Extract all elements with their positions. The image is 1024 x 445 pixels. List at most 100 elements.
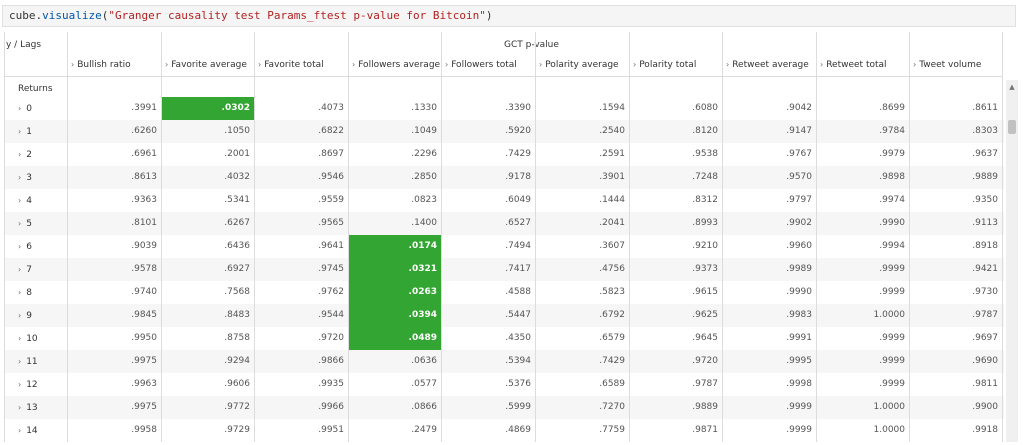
row-lag-label[interactable]: › 8: [18, 281, 32, 305]
table-cell: .6049: [505, 195, 531, 205]
column-separator: [722, 32, 723, 442]
table-cell: .9797: [786, 195, 812, 205]
table-cell: .5999: [505, 402, 531, 412]
table-cell: .9999: [879, 379, 905, 389]
table-cell: .8699: [879, 103, 905, 113]
column-header-followers-average[interactable]: › Followers average: [352, 60, 440, 70]
table-row: › 10 .9950 .8758 .9720 .0489 .4350 .6579 .9645 .9…: [4, 327, 1004, 350]
expand-chevron-icon: ›: [18, 426, 22, 435]
row-lag-label[interactable]: › 9: [18, 304, 32, 328]
row-lag-label[interactable]: › 4: [18, 189, 32, 213]
vertical-scrollbar[interactable]: ▲: [1006, 80, 1018, 442]
table-cell: .9989: [786, 264, 812, 274]
expand-chevron-icon: ›: [18, 173, 22, 182]
column-header-retweet-total[interactable]: › Retweet total: [820, 60, 887, 70]
table-cell: .2479: [411, 425, 437, 435]
table-cell: .9570: [786, 172, 812, 182]
column-header-followers-total[interactable]: › Followers total: [445, 60, 517, 70]
column-header-polarity-total[interactable]: › Polarity total: [633, 60, 696, 70]
table-cell: .6267: [224, 218, 250, 228]
table-cell: .9991: [786, 333, 812, 343]
column-header-favorite-average[interactable]: › Favorite average: [165, 60, 247, 70]
table-cell: .9637: [972, 149, 998, 159]
row-lag-label[interactable]: › 14: [18, 419, 38, 442]
expand-chevron-icon: ›: [18, 196, 22, 205]
table-cell: .9625: [692, 310, 718, 320]
expand-chevron-icon: ›: [18, 380, 22, 389]
table-cell: .9811: [972, 379, 998, 389]
expand-chevron-icon: ›: [18, 357, 22, 366]
table-cell: .8611: [972, 103, 998, 113]
table-cell: .6792: [599, 310, 625, 320]
table-cell: .9767: [786, 149, 812, 159]
lag-number: 13: [26, 403, 38, 413]
table-cell: .9898: [879, 172, 905, 182]
expand-chevron-icon: ›: [18, 334, 22, 343]
row-lag-label[interactable]: › 5: [18, 212, 32, 236]
table-cell: .9720: [692, 356, 718, 366]
lag-number: 6: [26, 242, 32, 252]
row-lag-label[interactable]: › 3: [18, 166, 32, 190]
row-lag-label[interactable]: › 11: [18, 350, 38, 374]
table-row: › 3.8613.4032.9546.2850.9178.3901.7248.95…: [4, 166, 1004, 189]
header-divider: [4, 76, 1002, 77]
table-cell: .9963: [131, 379, 157, 389]
table-cell: .8483: [224, 310, 250, 320]
table-cell: .9889: [692, 402, 718, 412]
table-cell: .6822: [318, 126, 344, 136]
table-cell: .9363: [131, 195, 157, 205]
scroll-thumb[interactable]: [1008, 120, 1016, 134]
lag-number: 4: [26, 196, 32, 206]
table-cell: .9999: [786, 425, 812, 435]
table-cell: .0636: [411, 356, 437, 366]
row-lag-label[interactable]: › 10: [18, 327, 38, 351]
lag-number: 14: [26, 426, 38, 436]
code-object: cube: [9, 9, 36, 22]
column-header-label: Favorite average: [171, 60, 247, 70]
expand-chevron-icon: ›: [18, 265, 22, 274]
column-header-retweet-average[interactable]: › Retweet average: [726, 60, 809, 70]
scroll-up-arrow-icon[interactable]: ▲: [1006, 82, 1018, 92]
row-lag-label[interactable]: › 7: [18, 258, 32, 282]
lag-number: 5: [26, 219, 32, 229]
row-lag-label[interactable]: › 13: [18, 396, 38, 420]
table-cell: .9999: [879, 264, 905, 274]
table-cell: .3901: [599, 172, 625, 182]
table-cell: .4756: [599, 264, 625, 274]
table-row: › 7.9578.6927.9745.0321.7417.4756.9373.99…: [4, 258, 1004, 281]
expand-chevron-icon: ›: [18, 104, 22, 113]
table-cell: .2296: [411, 149, 437, 159]
table-cell: .8312: [692, 195, 718, 205]
table-cell: .9871: [692, 425, 718, 435]
code-cell[interactable]: cube.visualize("Granger causality test P…: [2, 5, 1016, 27]
row-lag-label[interactable]: › 12: [18, 373, 38, 397]
table-cell: .9979: [879, 149, 905, 159]
expand-chevron-icon: ›: [258, 60, 262, 69]
table-cell: 1.0000: [873, 425, 906, 435]
row-lag-label[interactable]: › 1: [18, 120, 32, 144]
row-lag-label[interactable]: › 6: [18, 235, 32, 259]
table-cell: .9729: [224, 425, 250, 435]
lag-number: 3: [26, 173, 32, 183]
column-header-tweet-volume[interactable]: › Tweet volume: [913, 60, 981, 70]
table-cell: .9690: [972, 356, 998, 366]
table-cell: .6527: [505, 218, 531, 228]
table-cell: .7494: [505, 241, 531, 251]
table-cell: .9900: [972, 402, 998, 412]
row-lag-label[interactable]: › 2: [18, 143, 32, 167]
table-cell: .4350: [505, 333, 531, 343]
table-cell: .6436: [224, 241, 250, 251]
table-cell: .9538: [692, 149, 718, 159]
table-cell: .5920: [505, 126, 531, 136]
column-header-favorite-total[interactable]: › Favorite total: [258, 60, 324, 70]
row-lag-label[interactable]: › 0: [18, 97, 32, 121]
table-cell: .9866: [318, 356, 344, 366]
table-cell: .9951: [318, 425, 344, 435]
column-header-polarity-average[interactable]: › Polarity average: [539, 60, 619, 70]
column-separator: [4, 32, 5, 442]
lag-number: 10: [26, 334, 38, 344]
column-header-bullish-ratio[interactable]: › Bullish ratio: [71, 60, 131, 70]
table-cell: .6260: [131, 126, 157, 136]
table-cell: .5341: [224, 195, 250, 205]
table-cell: .7270: [599, 402, 625, 412]
